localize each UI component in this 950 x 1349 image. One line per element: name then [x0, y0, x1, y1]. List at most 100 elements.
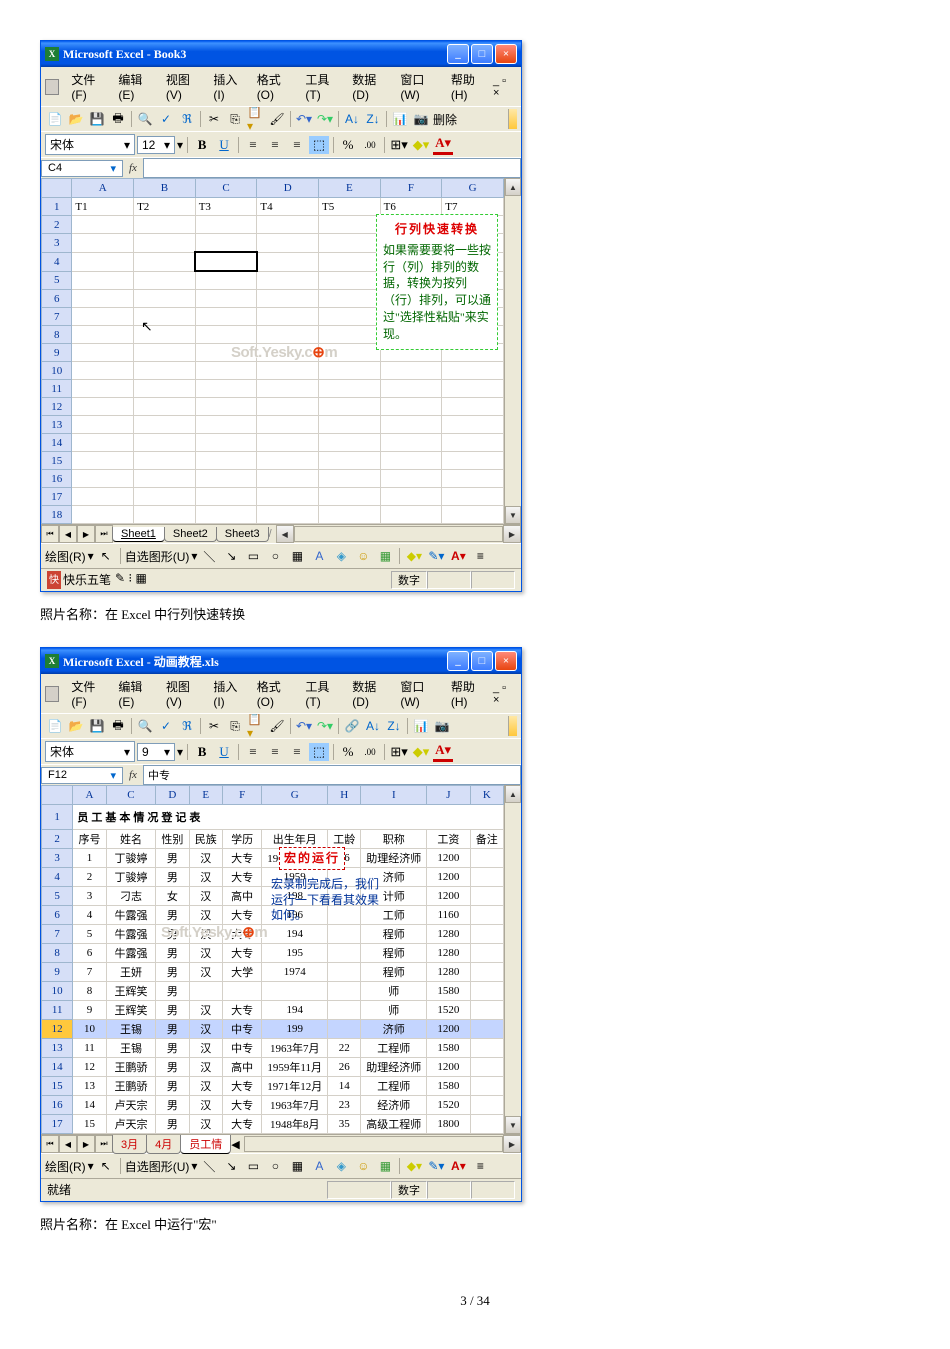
- cell[interactable]: [470, 963, 503, 982]
- cell[interactable]: T2: [134, 198, 196, 216]
- align-right-icon[interactable]: ≡: [287, 743, 307, 761]
- cell[interactable]: 8: [73, 982, 106, 1001]
- cell[interactable]: [470, 1020, 503, 1039]
- cell[interactable]: [72, 416, 134, 434]
- cell[interactable]: [195, 216, 257, 234]
- cell[interactable]: [318, 452, 380, 470]
- cut-icon[interactable]: ✂: [204, 109, 224, 129]
- cell[interactable]: 9: [73, 1001, 106, 1020]
- cell[interactable]: [318, 506, 380, 524]
- cell[interactable]: [134, 434, 196, 452]
- scroll-down-button[interactable]: ▼: [505, 1116, 521, 1134]
- cell[interactable]: [195, 234, 257, 253]
- cell[interactable]: [72, 398, 134, 416]
- research-icon[interactable]: ℜ: [177, 716, 197, 736]
- cell[interactable]: 11: [73, 1039, 106, 1058]
- cell[interactable]: 大专: [222, 906, 261, 925]
- cell[interactable]: [380, 434, 442, 452]
- cell[interactable]: 1160: [427, 906, 470, 925]
- cell[interactable]: [318, 380, 380, 398]
- hyperlink-icon[interactable]: 🔗: [342, 716, 362, 736]
- cell[interactable]: 35: [328, 1115, 361, 1134]
- cell[interactable]: [470, 1077, 503, 1096]
- cell[interactable]: 大专: [222, 1096, 261, 1115]
- cell[interactable]: [257, 452, 319, 470]
- sheet-tab-2[interactable]: 4月: [146, 1135, 181, 1154]
- cell[interactable]: 1200: [427, 887, 470, 906]
- vertical-scrollbar[interactable]: ▲ ▼: [504, 178, 521, 524]
- cell[interactable]: 师: [361, 1001, 427, 1020]
- open-icon[interactable]: 📂: [66, 716, 86, 736]
- maximize-button[interactable]: □: [471, 44, 493, 64]
- cell[interactable]: 12: [73, 1058, 106, 1077]
- textbox-icon[interactable]: ▦: [287, 1156, 307, 1176]
- cell[interactable]: 高中: [222, 887, 261, 906]
- cell[interactable]: [72, 434, 134, 452]
- cell[interactable]: [380, 506, 442, 524]
- cell[interactable]: [257, 380, 319, 398]
- cell[interactable]: [195, 434, 257, 452]
- line-style-icon[interactable]: ≡: [470, 546, 490, 566]
- cell[interactable]: [470, 1115, 503, 1134]
- minimize-button[interactable]: _: [447, 44, 469, 64]
- cell[interactable]: 5: [73, 925, 106, 944]
- cell[interactable]: [72, 252, 134, 271]
- cell[interactable]: 1520: [427, 1096, 470, 1115]
- cell[interactable]: 汉: [189, 1001, 222, 1020]
- cell[interactable]: [470, 868, 503, 887]
- menu-view[interactable]: 视图(V): [160, 69, 208, 104]
- cell[interactable]: [470, 925, 503, 944]
- select-icon[interactable]: ↖: [96, 546, 116, 566]
- cell[interactable]: [470, 1058, 503, 1077]
- menu-view[interactable]: 视图(V): [160, 676, 208, 711]
- sort-desc-icon[interactable]: Z↓: [363, 109, 383, 129]
- percent-button[interactable]: %: [338, 136, 358, 154]
- oval-icon[interactable]: ○: [265, 1156, 285, 1176]
- cell[interactable]: [134, 344, 196, 362]
- tab-first-button[interactable]: ⏮: [41, 1135, 59, 1153]
- cell[interactable]: [442, 470, 504, 488]
- cell[interactable]: 男: [156, 849, 189, 868]
- line-icon[interactable]: ＼: [199, 546, 219, 566]
- align-center-icon[interactable]: ≡: [265, 743, 285, 761]
- formula-input[interactable]: 中专: [143, 765, 521, 785]
- cell[interactable]: [134, 271, 196, 290]
- percent-button[interactable]: %: [338, 743, 358, 761]
- close-button[interactable]: ×: [495, 44, 517, 64]
- cell[interactable]: [195, 271, 257, 290]
- preview-icon[interactable]: 🔍: [135, 109, 155, 129]
- tab-next-button[interactable]: ▶: [77, 525, 95, 543]
- rectangle-icon[interactable]: ▭: [243, 1156, 263, 1176]
- cell[interactable]: [257, 506, 319, 524]
- arrow-icon[interactable]: ↘: [221, 1156, 241, 1176]
- cell[interactable]: 王锡: [106, 1039, 156, 1058]
- menu-help[interactable]: 帮助(H): [445, 676, 493, 711]
- cell[interactable]: [262, 982, 328, 1001]
- cell[interactable]: 男: [156, 944, 189, 963]
- cell[interactable]: 汉: [189, 1096, 222, 1115]
- cell[interactable]: 程师: [361, 963, 427, 982]
- cell[interactable]: [72, 290, 134, 308]
- font-select[interactable]: 宋体▾: [45, 741, 135, 762]
- line-color-icon[interactable]: ✎▾: [426, 1156, 446, 1176]
- cell[interactable]: [318, 252, 380, 271]
- chart-icon[interactable]: 📊: [390, 109, 410, 129]
- cell[interactable]: [328, 1020, 361, 1039]
- borders-icon[interactable]: ⊞▾: [389, 136, 409, 154]
- cell[interactable]: [195, 344, 257, 362]
- cell[interactable]: 汉: [189, 925, 222, 944]
- cell[interactable]: [318, 290, 380, 308]
- textbox-icon[interactable]: ▦: [287, 546, 307, 566]
- cell[interactable]: [72, 452, 134, 470]
- cell[interactable]: 1580: [427, 1039, 470, 1058]
- cell[interactable]: 14: [328, 1077, 361, 1096]
- cell[interactable]: [442, 416, 504, 434]
- cell[interactable]: [195, 380, 257, 398]
- select-icon[interactable]: ↖: [96, 1156, 116, 1176]
- cell[interactable]: [257, 216, 319, 234]
- cell[interactable]: 1: [73, 849, 106, 868]
- clipart-icon[interactable]: ☺: [353, 1156, 373, 1176]
- cell[interactable]: 程师: [361, 925, 427, 944]
- cell[interactable]: [257, 362, 319, 380]
- cell[interactable]: 男: [156, 1001, 189, 1020]
